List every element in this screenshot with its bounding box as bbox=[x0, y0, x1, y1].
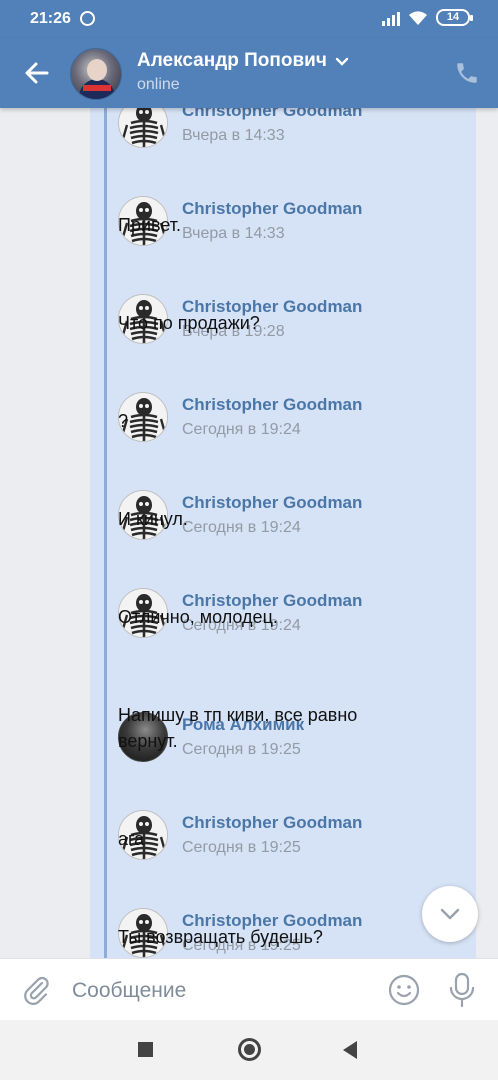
alarm-icon bbox=[80, 11, 95, 26]
author-name[interactable]: Christopher Goodman bbox=[182, 108, 362, 121]
home-button[interactable] bbox=[238, 1038, 261, 1061]
back-arrow-icon bbox=[25, 62, 49, 84]
chevron-down-icon bbox=[335, 57, 349, 66]
message-text: Привет. bbox=[118, 215, 182, 235]
message-text: И кинул. bbox=[118, 509, 188, 529]
message-text: Напишу в тп киви, все равно вернут. bbox=[118, 705, 358, 751]
status-indicators: 14 bbox=[382, 9, 473, 26]
message-text: Что по продажи? bbox=[118, 313, 260, 333]
battery-icon: 14 bbox=[436, 9, 473, 26]
chat-header: Александр Попович online bbox=[0, 38, 498, 108]
message-time: Вчера в 14:33 bbox=[182, 127, 285, 144]
scroll-down-button[interactable] bbox=[422, 886, 478, 942]
microphone-icon[interactable] bbox=[446, 971, 478, 1009]
contact-status: online bbox=[137, 76, 180, 93]
status-time: 21:26 bbox=[30, 10, 71, 27]
back-button[interactable] bbox=[20, 58, 52, 88]
message-text: ага bbox=[118, 829, 145, 849]
system-back-button[interactable] bbox=[343, 1041, 357, 1059]
message-text: Отлично, молодец. bbox=[118, 607, 278, 627]
contact-name[interactable]: Александр Попович bbox=[137, 50, 349, 72]
contact-avatar[interactable] bbox=[70, 48, 122, 100]
paperclip-icon[interactable] bbox=[20, 974, 52, 1006]
contact-name-label: Александр Попович bbox=[137, 50, 327, 71]
chevron-down-icon bbox=[440, 908, 460, 920]
system-navigation-bar bbox=[0, 1020, 498, 1080]
message-composer bbox=[0, 958, 498, 1020]
message-text: Ты возвращать будешь? bbox=[118, 927, 323, 947]
battery-level: 14 bbox=[446, 11, 460, 23]
phone-icon[interactable] bbox=[454, 60, 480, 86]
wifi-icon bbox=[409, 10, 427, 25]
emoji-icon[interactable] bbox=[387, 973, 421, 1007]
message-input[interactable] bbox=[72, 977, 362, 1005]
recent-apps-button[interactable] bbox=[138, 1042, 153, 1057]
forwarded-messages-line bbox=[104, 108, 107, 958]
status-bar: 21:26 14 bbox=[0, 0, 498, 38]
signal-icon bbox=[382, 10, 400, 26]
chat-area[interactable]: Christopher Goodman Вчера в 14:33 Christ… bbox=[0, 108, 498, 958]
message-text: ? bbox=[118, 411, 129, 431]
